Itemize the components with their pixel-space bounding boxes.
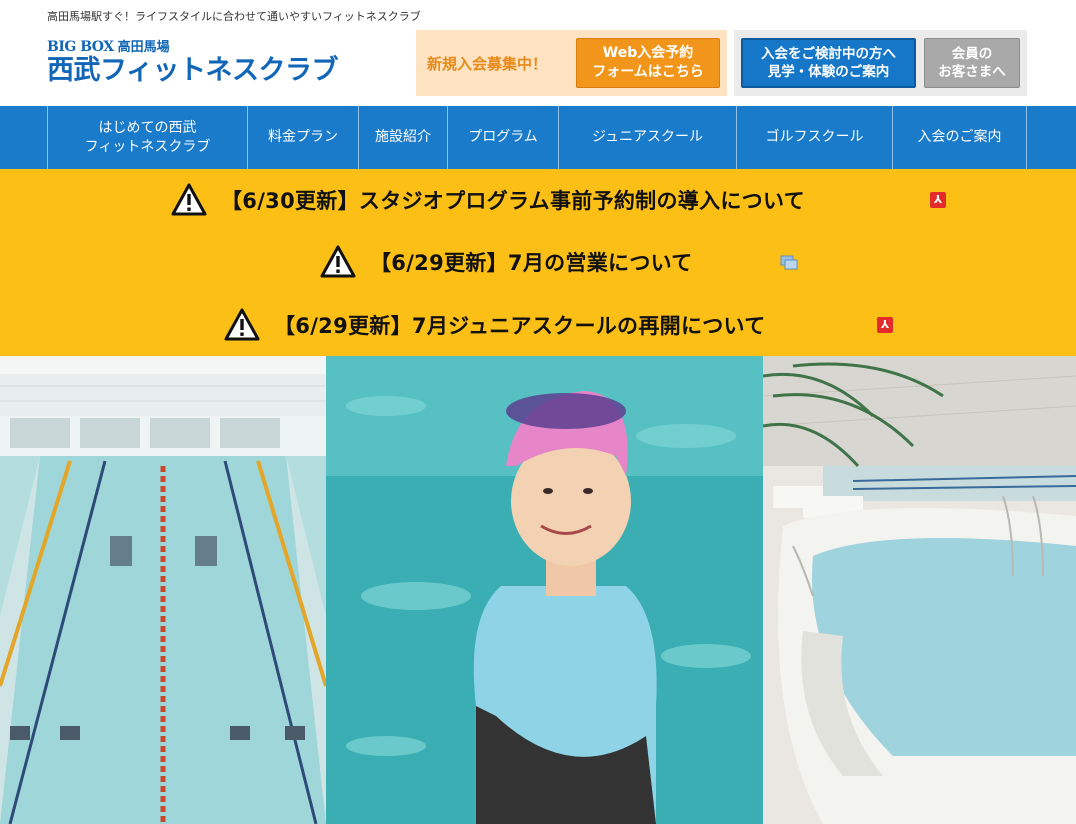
warning-icon — [320, 245, 356, 278]
pdf-icon[interactable]: ⅄ — [877, 317, 893, 333]
visit-trial-label-2: 見学・体験のご案内 — [767, 64, 890, 80]
recruit-text: 新規入会募集中！ — [427, 54, 548, 73]
nav-item-label: はじめての西武 — [98, 119, 197, 136]
nav-item-golf-school[interactable]: ゴルフスクール — [736, 106, 892, 169]
notice-band: 【6/30更新】スタジオプログラム事前予約制の導入について ⅄ 【6/29更新】… — [0, 169, 1076, 356]
warning-icon — [224, 308, 260, 341]
visit-trial-button[interactable]: 入会をご検討中の方へ 見学・体験のご案内 — [741, 38, 916, 88]
visit-trial-label-1: 入会をご検討中の方へ — [761, 46, 896, 62]
warning-icon — [171, 183, 207, 216]
nav-item-membership[interactable]: 入会のご案内 — [892, 106, 1027, 169]
nav-item-junior-school[interactable]: ジュニアスクール — [558, 106, 736, 169]
nav-item-label: 料金プラン — [268, 129, 338, 145]
notice-link[interactable]: 【6/30更新】スタジオプログラム事前予約制の導入について — [171, 180, 805, 220]
notice-link[interactable]: 【6/29更新】7月の営業について — [320, 242, 693, 282]
site-logo[interactable]: BIG BOX 高田馬場 西武フィットネスクラブ — [47, 36, 338, 90]
notice-text: 【6/30更新】スタジオプログラム事前予約制の導入について — [221, 189, 805, 213]
notice-text: 【6/29更新】7月の営業について — [370, 251, 693, 275]
web-reservation-label-2: フォームはこちら — [592, 64, 704, 80]
logo-brand-text: BIG BOX — [47, 39, 114, 55]
member-button[interactable]: 会員の お客さまへ — [924, 38, 1020, 88]
nav-item-facilities[interactable]: 施設紹介 — [358, 106, 447, 169]
logo-location-text: 高田馬場 — [117, 40, 170, 55]
pdf-icon[interactable]: ⅄ — [930, 192, 946, 208]
nav-item-label: ゴルフスクール — [765, 129, 864, 145]
window-icon[interactable] — [780, 255, 798, 271]
header-actions: 入会をご検討中の方へ 見学・体験のご案内 会員の お客さまへ — [734, 30, 1027, 96]
web-reservation-button[interactable]: Web入会予約 フォームはこちら — [576, 38, 720, 88]
pool-lanes-photo — [0, 356, 326, 824]
nav-item-pricing[interactable]: 料金プラン — [247, 106, 358, 169]
swimmer-photo — [326, 356, 763, 824]
global-nav: はじめての西武 フィットネスクラブ 料金プラン 施設紹介 プログラム ジュニアス… — [0, 106, 1076, 169]
nav-item-programs[interactable]: プログラム — [447, 106, 558, 169]
site-tagline: 高田馬場駅すぐ！ライフスタイルに合わせて通いやすいフィットネスクラブ — [47, 10, 421, 23]
notice-text: 【6/29更新】7月ジュニアスクールの再開について — [274, 314, 766, 338]
web-reservation-label-1: Web入会予約 — [602, 45, 694, 61]
recruit-banner: 新規入会募集中！ Web入会予約 フォームはこちら — [416, 30, 727, 96]
nav-item-label: ジュニアスクール — [591, 129, 704, 145]
member-label-1: 会員の — [951, 46, 993, 62]
nav-item-first-time[interactable]: はじめての西武 フィットネスクラブ — [47, 106, 247, 169]
nav-item-label: プログラム — [468, 129, 538, 145]
nav-item-label: 施設紹介 — [375, 129, 431, 145]
nav-item-label: フィットネスクラブ — [84, 138, 211, 155]
logo-subtitle: BIG BOX 高田馬場 — [47, 36, 337, 55]
member-label-2: お客さまへ — [938, 64, 1006, 80]
logo-main-text: 西武フィットネスクラブ — [47, 55, 338, 86]
nav-item-label: 入会のご案内 — [917, 129, 1002, 145]
notice-link[interactable]: 【6/29更新】7月ジュニアスクールの再開について — [224, 305, 766, 345]
jacuzzi-photo — [763, 356, 1076, 824]
hero-gallery — [0, 356, 1076, 824]
